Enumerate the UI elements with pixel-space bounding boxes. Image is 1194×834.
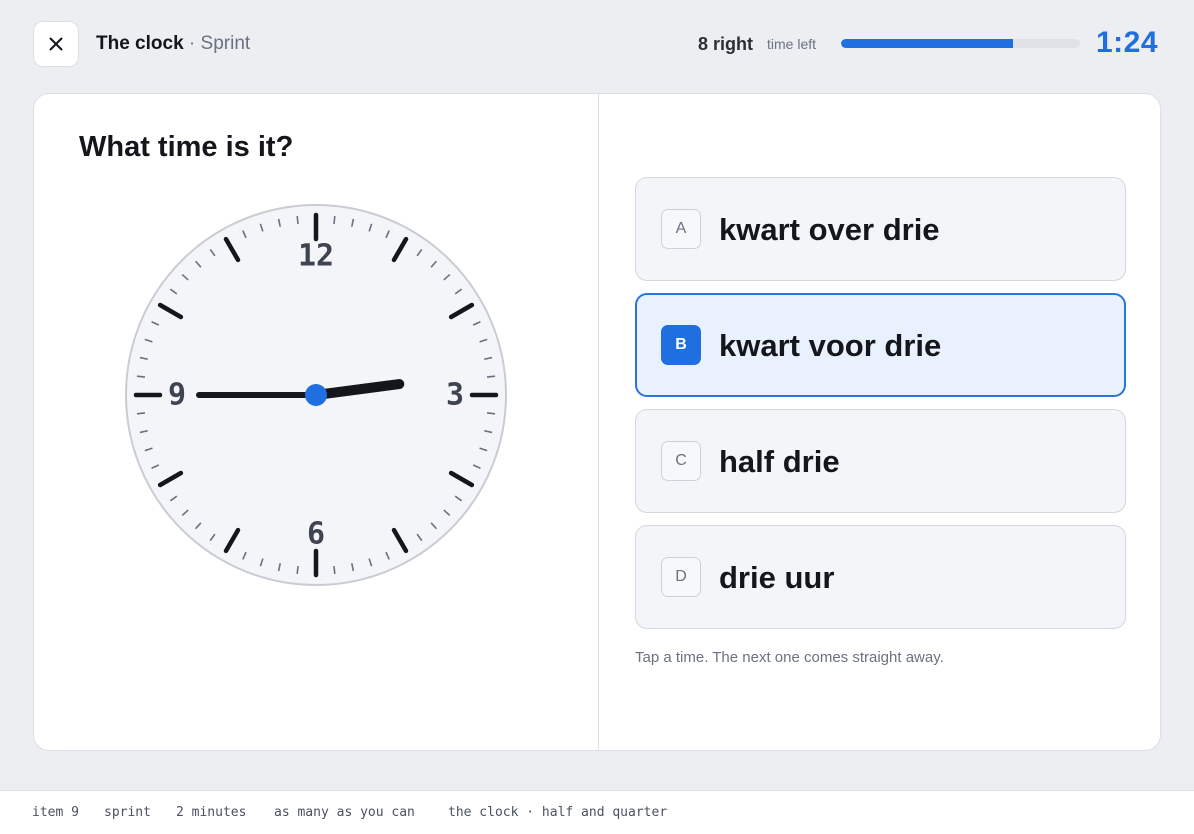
clock-numeral: 12 [298, 239, 334, 274]
page-title: The clock · Sprint [96, 32, 250, 56]
clock-minute-tick [136, 412, 146, 415]
footer-goal: as many as you can [274, 805, 415, 820]
clock-minute-tick [486, 375, 496, 378]
hint-text: Tap a time. The next one comes straight … [635, 649, 944, 666]
footer-item: item 9 [32, 805, 79, 820]
analog-clock: 12 3 6 9 [125, 204, 507, 586]
option-letter-badge: A [661, 209, 701, 249]
clock-numeral: 6 [307, 517, 325, 552]
status-footer: item 9 sprint 2 minutes as many as you c… [0, 790, 1194, 834]
clock-minute-tick [333, 565, 336, 575]
countdown-timer: 1:24 [1096, 26, 1159, 59]
option-d[interactable]: D drie uur [635, 525, 1126, 629]
clock-center-cap [305, 384, 327, 406]
footer-topic: the clock · half and quarter [448, 805, 668, 820]
option-label: kwart voor drie [719, 328, 942, 363]
lesson-title: The clock [96, 33, 184, 54]
footer-mode: sprint [104, 805, 151, 820]
mode-label: · Sprint [183, 33, 251, 54]
card-divider [598, 94, 599, 750]
question-card: What time is it? 12 3 6 9 A kwart over drie… [33, 93, 1161, 751]
close-icon [49, 37, 63, 51]
clock-minute-tick [296, 565, 299, 575]
clock-minute-tick [136, 375, 146, 378]
option-letter-badge: D [661, 557, 701, 597]
option-label: drie uur [719, 560, 835, 595]
option-letter-badge: C [661, 441, 701, 481]
clock-numeral: 9 [168, 378, 186, 413]
option-c[interactable]: C half drie [635, 409, 1126, 513]
time-progress-fill [841, 39, 1014, 48]
clock-minute-tick [333, 215, 336, 225]
time-left-label: time left [767, 36, 817, 52]
clock-minute-tick [296, 215, 299, 225]
clock-minute-tick [486, 412, 496, 415]
score-counter: 8 right [698, 34, 754, 54]
question-prompt: What time is it? [79, 131, 294, 163]
footer-duration: 2 minutes [176, 805, 247, 820]
clock-numeral: 3 [446, 378, 464, 413]
time-progress-bar [841, 39, 1080, 48]
option-letter-badge: B [661, 325, 701, 365]
option-label: half drie [719, 444, 840, 479]
app-root: The clock · Sprint 8 right time left 1:2… [0, 0, 1194, 834]
close-button[interactable] [33, 21, 79, 67]
option-b[interactable]: B kwart voor drie [635, 293, 1126, 397]
option-a[interactable]: A kwart over drie [635, 177, 1126, 281]
option-label: kwart over drie [719, 212, 940, 247]
